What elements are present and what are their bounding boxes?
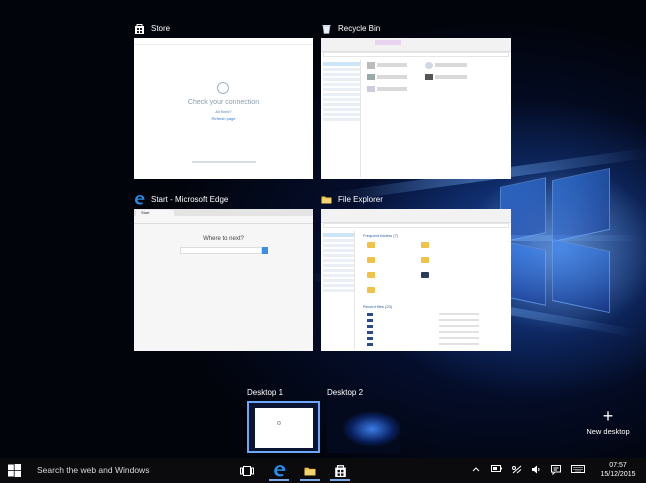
connection-subtext: All fixed? bbox=[215, 109, 232, 114]
search-box[interactable]: Search the web and Windows bbox=[37, 465, 149, 475]
edge-icon bbox=[273, 465, 285, 477]
window-title: Start - Microsoft Edge bbox=[151, 194, 229, 204]
new-desktop-button[interactable]: + New desktop bbox=[580, 407, 636, 439]
battery-icon[interactable] bbox=[491, 465, 502, 474]
sad-face-icon bbox=[217, 82, 229, 94]
window-thumbnail[interactable]: Start Where to next? bbox=[134, 209, 313, 351]
desktop-label: Desktop 1 bbox=[247, 388, 284, 397]
desktop-label: Desktop 2 bbox=[327, 388, 364, 397]
window-title: Recycle Bin bbox=[338, 23, 381, 33]
clock[interactable]: 07:57 15/12/2015 bbox=[596, 461, 640, 479]
taskbar-file-explorer-button[interactable] bbox=[297, 460, 323, 481]
refresh-link[interactable]: Refresh page bbox=[134, 116, 313, 121]
plus-icon: + bbox=[602, 406, 614, 426]
folder-icon bbox=[304, 467, 316, 475]
new-desktop-label: New desktop bbox=[586, 427, 630, 436]
clock-time: 07:57 bbox=[609, 462, 627, 469]
desktop-thumbnail[interactable] bbox=[327, 401, 400, 453]
taskbar-store-button[interactable] bbox=[327, 460, 353, 481]
network-icon[interactable] bbox=[512, 465, 522, 476]
window-thumbnail[interactable]: Check your connection All fixed? Refresh… bbox=[134, 38, 313, 179]
volume-icon[interactable] bbox=[531, 465, 541, 476]
windows-logo-icon bbox=[8, 464, 21, 477]
action-center-icon[interactable] bbox=[551, 465, 561, 477]
store-icon bbox=[134, 23, 145, 34]
window-thumbnail[interactable] bbox=[321, 38, 511, 179]
edge-icon bbox=[134, 194, 145, 205]
desktop-thumbnail[interactable] bbox=[247, 401, 320, 453]
taskbar: Search the web and Windows 07:57 15/12/2… bbox=[0, 458, 646, 483]
search-go-button[interactable] bbox=[262, 247, 268, 254]
taskbar-edge-button[interactable] bbox=[266, 460, 292, 481]
frequent-folders-header: Frequent folders (7) bbox=[363, 233, 399, 238]
window-title: File Explorer bbox=[338, 194, 383, 204]
task-view-button[interactable] bbox=[234, 460, 260, 481]
chevron-up-icon[interactable] bbox=[472, 465, 480, 474]
keyboard-icon[interactable] bbox=[571, 465, 585, 475]
address-search-box[interactable] bbox=[180, 247, 262, 254]
task-view-icon bbox=[240, 465, 254, 476]
new-tab-heading: Where to next? bbox=[203, 236, 244, 242]
folder-icon bbox=[321, 194, 332, 205]
window-title: Store bbox=[151, 23, 171, 33]
clock-date: 15/12/2015 bbox=[600, 471, 636, 478]
window-thumbnail[interactable]: Frequent folders (7) Recent files (20) bbox=[321, 209, 511, 351]
connection-heading: Check your connection bbox=[187, 99, 260, 106]
recent-files-header: Recent files (20) bbox=[363, 304, 393, 309]
start-button[interactable] bbox=[8, 464, 21, 477]
store-icon bbox=[334, 465, 346, 477]
recycle-bin-icon bbox=[321, 23, 332, 34]
